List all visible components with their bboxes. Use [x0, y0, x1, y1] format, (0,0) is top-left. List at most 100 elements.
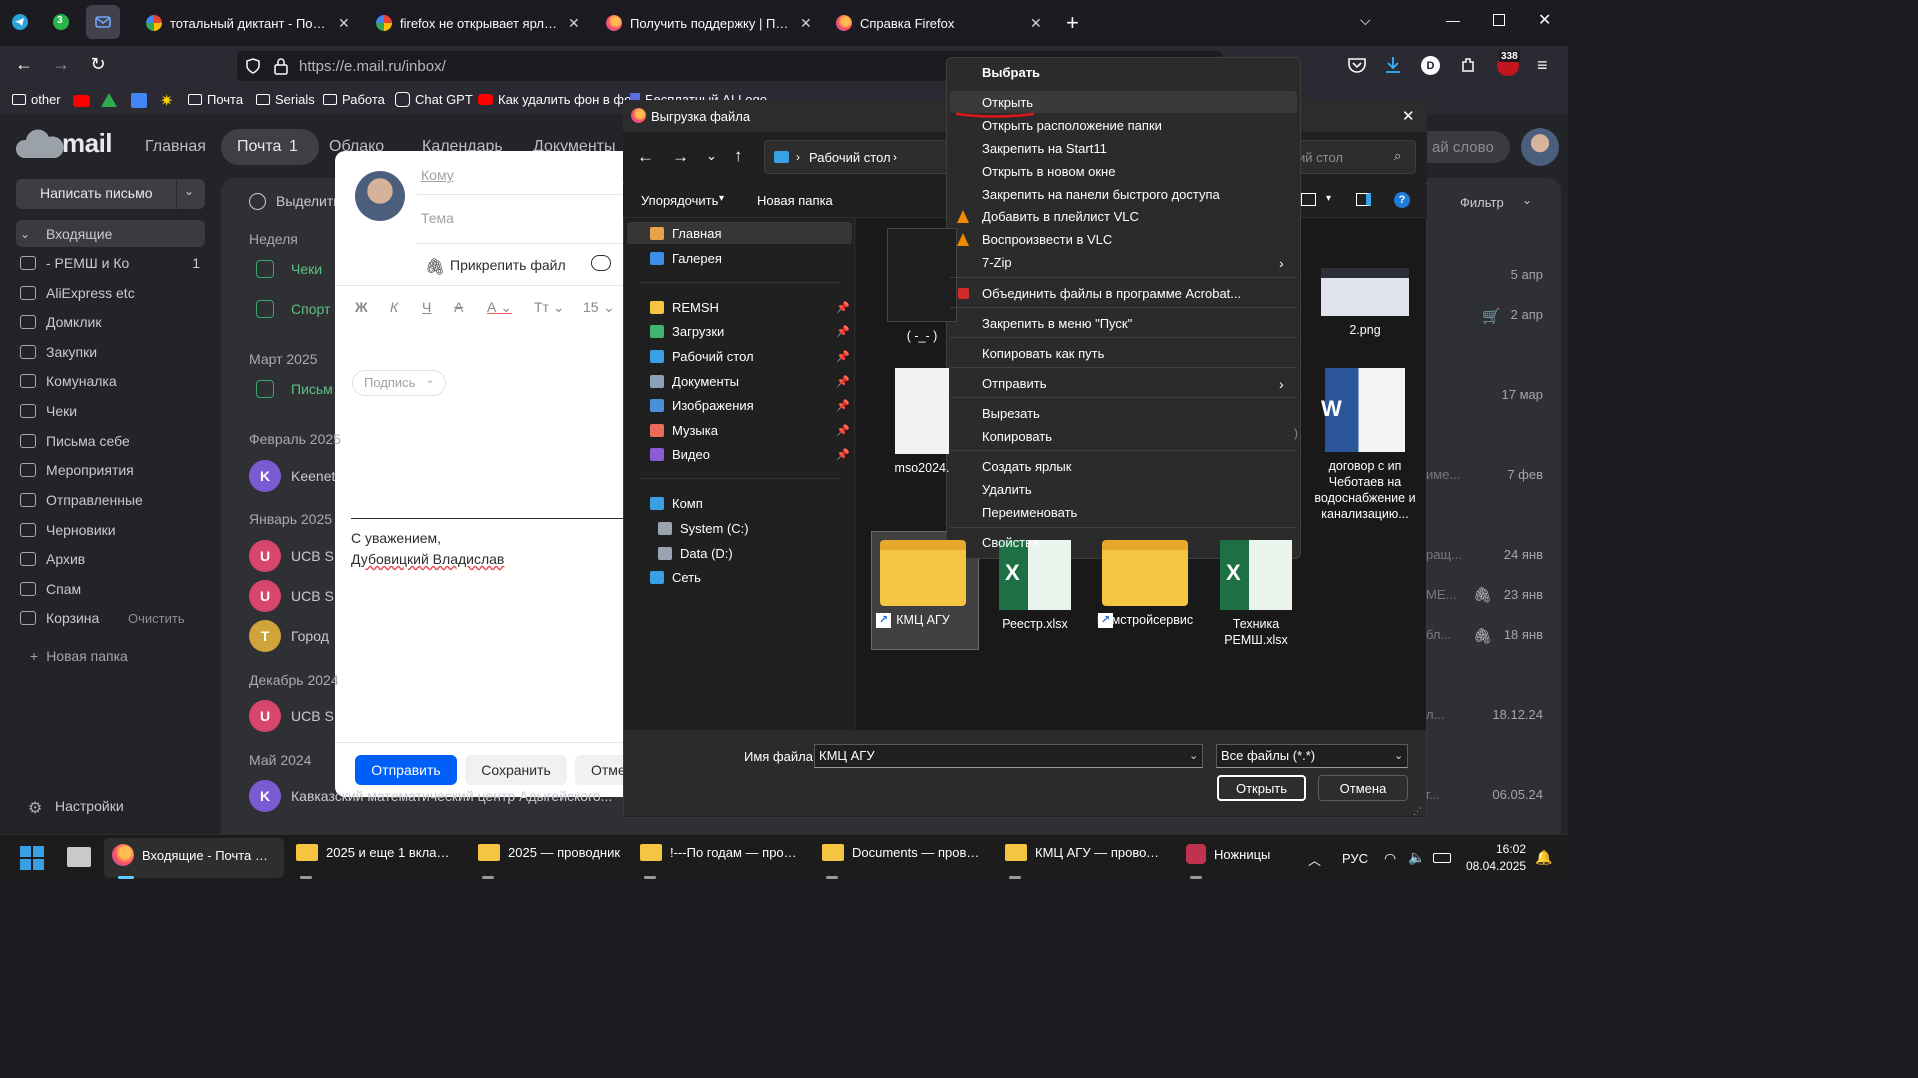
minimize-button[interactable]: — — [1446, 12, 1460, 28]
close-icon[interactable]: ✕ — [338, 15, 350, 32]
tab-3[interactable]: Справка Firefox ✕ — [828, 6, 1050, 40]
close-icon[interactable]: ✕ — [800, 15, 812, 32]
mail-pinned-tab[interactable] — [86, 5, 120, 39]
sidebar-folder[interactable]: - РЕМШ и Ко 1 — [20, 249, 200, 277]
attach-file-button[interactable]: Прикрепить файл — [450, 257, 566, 273]
back-button[interactable]: ← — [10, 50, 38, 78]
google-translate-icon[interactable] — [131, 93, 147, 108]
nav-item[interactable]: REMSH 📌 — [650, 296, 850, 318]
font-style-button[interactable]: Тт ⌄ — [534, 299, 565, 316]
maximize-button[interactable] — [1493, 14, 1505, 26]
context-menu-item[interactable]: Переименовать — [982, 505, 1077, 520]
context-menu-item[interactable]: Вырезать — [982, 406, 1040, 421]
context-menu-item[interactable]: Создать ярлык — [982, 459, 1071, 474]
context-menu-item[interactable]: Свойства — [982, 535, 1039, 550]
context-menu-item[interactable]: Копировать — [982, 429, 1052, 444]
context-menu-item[interactable]: Воспроизвести в VLC — [982, 232, 1112, 247]
volume-icon[interactable]: 🔈 — [1408, 849, 1425, 866]
mail-row[interactable]: T Город — [249, 620, 329, 652]
bookmark-work[interactable]: Работа — [323, 92, 385, 107]
context-menu-item[interactable]: Закрепить на Start11 — [982, 141, 1107, 156]
signature-name[interactable]: Дубовицкий Владислав — [351, 551, 504, 567]
select-all-checkbox[interactable] — [249, 193, 266, 210]
sidebar-folder[interactable]: Закупки — [20, 338, 200, 366]
context-menu-item[interactable]: Открыть — [982, 95, 1033, 110]
pin-icon[interactable]: 📌 — [836, 325, 850, 338]
list-tabs-chevron-icon[interactable]: ⌵ — [1360, 12, 1371, 29]
reload-button[interactable]: ↻ — [84, 50, 112, 78]
chevron-down-icon[interactable]: ▾ — [1326, 193, 1331, 204]
nav-item[interactable]: Рабочий стол 📌 — [650, 345, 850, 367]
context-menu-item[interactable]: Добавить в плейлист VLC — [982, 209, 1139, 224]
context-menu-item[interactable]: Копировать как путь — [982, 346, 1104, 361]
bookmark-remove-bg[interactable]: Как удалить фон в фо... — [478, 92, 642, 107]
empty-trash-link[interactable]: Очистить — [128, 611, 185, 626]
bookmark-other[interactable]: other — [12, 92, 61, 107]
sidebar-folder[interactable]: Домклик — [20, 308, 200, 336]
nav-home[interactable]: Главная — [145, 138, 206, 156]
mail-logo-text[interactable]: mail — [62, 128, 113, 159]
sidebar-folder[interactable]: Черновики — [20, 516, 200, 544]
profile-avatar[interactable]: D — [1421, 56, 1440, 75]
chevron-down-icon[interactable]: ⌄ — [1394, 749, 1403, 762]
nav-item[interactable]: Документы 📌 — [650, 370, 850, 392]
bold-button[interactable]: Ж — [355, 299, 368, 315]
battery-icon[interactable] — [1433, 853, 1451, 863]
start-button[interactable] — [20, 846, 44, 870]
filename-input[interactable]: КМЦ АГУ — [814, 744, 1203, 768]
chevron-down-icon[interactable]: ⌄ — [184, 184, 194, 198]
recent-locations-chevron-icon[interactable]: ⌄ — [706, 148, 717, 164]
context-menu-item[interactable]: Закрепить в меню "Пуск" — [982, 316, 1132, 331]
context-menu-item[interactable]: Закрепить на панели быстрого доступа — [982, 187, 1220, 202]
wifi-icon[interactable]: ◠ — [1384, 850, 1396, 867]
context-menu-item[interactable]: Отправить — [982, 376, 1046, 391]
pin-icon[interactable]: 📌 — [836, 375, 850, 388]
telegram-pinned-tab[interactable] — [5, 7, 35, 37]
nav-item[interactable]: System (C:) — [658, 517, 858, 539]
subject-field[interactable]: Тема — [421, 210, 454, 226]
close-icon[interactable]: ✕ — [1030, 15, 1042, 32]
clock-date[interactable]: 08.04.2025 — [1466, 859, 1526, 873]
sidebar-folder[interactable]: Спам — [20, 575, 200, 603]
tab-0[interactable]: тотальный диктант - Поиск в G ✕ — [138, 6, 358, 40]
taskbar-item[interactable]: 2025 и еще 1 вкладка - — [296, 844, 466, 861]
dialog-close-button[interactable]: ✕ — [1402, 107, 1415, 125]
chevron-down-icon[interactable]: ⌄ — [603, 299, 615, 316]
signature-text[interactable]: С уважением, — [351, 530, 441, 546]
italic-button[interactable]: К — [390, 299, 398, 315]
paperclip-icon[interactable]: 🖇 — [425, 257, 445, 277]
preview-pane-icon[interactable] — [1356, 193, 1371, 206]
pocket-icon[interactable] — [1347, 56, 1367, 74]
pin-icon[interactable]: 📌 — [836, 301, 850, 314]
cancel-button[interactable]: Отмена — [1318, 775, 1408, 801]
taskbar-item[interactable]: 2025 — проводник — [478, 844, 648, 861]
context-menu-item[interactable]: Открыть в новом окне — [982, 164, 1115, 179]
search-icon[interactable]: ⌕ — [1394, 148, 1401, 164]
back-button[interactable]: ← — [637, 147, 654, 167]
view-options-icon[interactable] — [1301, 193, 1316, 206]
download-icon[interactable] — [1384, 55, 1402, 75]
nav-item[interactable]: Комп — [650, 492, 850, 514]
gear-icon[interactable]: ⚙ — [28, 798, 42, 818]
whatsapp-pinned-tab[interactable]: 3 — [46, 7, 76, 37]
sidebar-folder[interactable]: ⌄ Входящие — [20, 220, 200, 248]
pin-icon[interactable]: 📌 — [836, 448, 850, 461]
file-item[interactable]: договор с ип Чеботаев на водоснабжение и… — [1313, 368, 1417, 522]
file-item[interactable]: Реестр.xlsx — [983, 540, 1087, 632]
sidebar-folder[interactable]: Архив — [20, 545, 200, 573]
font-size-select[interactable]: 15 — [583, 299, 599, 315]
clock-time[interactable]: 16:02 — [1494, 842, 1526, 856]
pin-icon[interactable]: 📌 — [836, 399, 850, 412]
help-icon[interactable]: ? — [1394, 192, 1410, 208]
extensions-icon[interactable] — [1459, 56, 1477, 74]
close-icon[interactable]: ✕ — [568, 15, 580, 32]
tab-1[interactable]: firefox не открывает ярлык па ✕ — [368, 6, 588, 40]
notification-bell-icon[interactable]: 🔔 — [1535, 849, 1552, 866]
select-all-label[interactable]: Выделить — [276, 193, 341, 209]
google-drive-icon[interactable] — [101, 93, 117, 107]
cloud-attach-icon[interactable] — [591, 255, 611, 271]
sidebar-folder[interactable]: Мероприятия — [20, 456, 200, 484]
pin-icon[interactable]: 📌 — [836, 424, 850, 437]
settings-link[interactable]: Настройки — [55, 798, 124, 814]
new-folder-button[interactable]: Новая папка — [757, 193, 833, 208]
